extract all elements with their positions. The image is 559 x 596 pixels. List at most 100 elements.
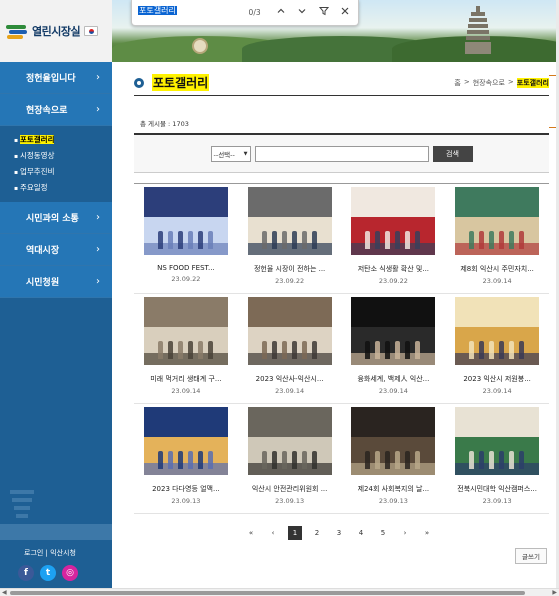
photo-title[interactable]: 2023 익산시 저원봉... [463, 374, 531, 384]
sidebar-menu-item[interactable]: 시민과의 소통 › [0, 202, 112, 234]
sidebar-submenu-item[interactable]: 포토갤러리 [14, 132, 112, 148]
submenu: 포토갤러리시정동영상업무추진비주요일정 [0, 126, 112, 202]
gallery-card[interactable]: 제24회 사회복지의 날... 23.09.13 [342, 404, 446, 513]
photo-thumbnail[interactable] [351, 297, 436, 365]
find-filter-button[interactable] [317, 6, 331, 19]
photo-title[interactable]: 제8회 익산시 주민자치... [460, 264, 534, 274]
page-number-label: 3 [336, 529, 342, 537]
gallery-card[interactable]: 전북시민대학 익산캠퍼스... 23.09.13 [445, 404, 549, 513]
search-input[interactable] [254, 145, 429, 162]
photo-title[interactable]: 융화세계, 백제人 익산... [357, 374, 429, 384]
gallery-card[interactable]: 2023 익산사-익산시... 23.09.14 [238, 294, 342, 403]
photo-thumbnail[interactable] [351, 407, 436, 475]
breadcrumb-item[interactable]: 현장속으로 [473, 78, 505, 88]
sidebar-menu-item[interactable]: 시민청원 › [0, 266, 112, 298]
find-previous-button[interactable] [274, 6, 288, 19]
photo-thumbnail[interactable] [143, 407, 228, 475]
instagram-icon[interactable]: ◎ [62, 565, 78, 581]
facebook-icon[interactable]: f [18, 565, 34, 581]
scrollbar-thumb[interactable] [10, 591, 525, 595]
photo-date: 23.09.14 [378, 387, 408, 395]
gallery-card[interactable]: 저탄소 식생활 확산 및... 23.09.22 [342, 184, 446, 293]
photo-title[interactable]: 2023 다다영등 얼맥... [152, 484, 220, 494]
next-page-button[interactable]: › [394, 526, 416, 540]
write-button[interactable]: 글쓰기 [515, 548, 547, 564]
horizontal-scrollbar[interactable]: ◀ ▶ [0, 588, 559, 596]
find-next-button[interactable] [295, 6, 309, 19]
gallery-card[interactable]: NS FOOD FEST... 23.09.22 [134, 184, 238, 293]
photo-title[interactable]: 제24회 사회복지의 날... [358, 484, 430, 494]
photo-title[interactable]: 2023 익산사-익산시... [256, 374, 324, 384]
gallery-card[interactable]: 융화세계, 백제人 익산... 23.09.14 [342, 294, 446, 403]
gallery-card[interactable]: 2023 다다영등 얼맥... 23.09.13 [134, 404, 238, 513]
gallery-row: NS FOOD FEST... 23.09.22 정헌율 시장이 전하는 ... 23… [134, 184, 549, 294]
gallery-card[interactable]: 제8회 익산시 주민자치... 23.09.14 [445, 184, 549, 293]
breadcrumb-separator: > [463, 78, 470, 86]
gallery-card[interactable]: 미래 먹거리 생태계 구... 23.09.14 [134, 294, 238, 403]
page-number-button[interactable]: 5 [372, 526, 394, 540]
chevron-right-icon: › [96, 244, 100, 255]
photo-title[interactable]: 미래 먹거리 생태계 구... [150, 374, 221, 384]
scroll-left-icon[interactable]: ◀ [2, 589, 7, 596]
photo-thumbnail[interactable] [143, 187, 228, 255]
photo-thumbnail[interactable] [351, 187, 436, 255]
sidebar-submenu-item[interactable]: 시정동영상 [14, 148, 112, 164]
sidebar-submenu-item[interactable]: 업무추진비 [14, 164, 112, 180]
photo-title[interactable]: 저탄소 식생활 확산 및... [358, 264, 429, 274]
page-number-label: 5 [380, 529, 386, 537]
page-title: 포토갤러리 [152, 74, 210, 91]
search-button[interactable]: 검색 [432, 145, 473, 162]
page-number-button[interactable]: 4 [350, 526, 372, 540]
breadcrumb-item[interactable]: 홈 [454, 78, 460, 88]
find-bar: 포토갤러리 0/3 [131, 0, 359, 26]
footer-links[interactable]: 로그인 | 익산시청 [24, 548, 76, 558]
photo-title[interactable]: NS FOOD FEST... [157, 264, 215, 272]
page-number-button[interactable]: 2 [306, 526, 328, 540]
brand-header[interactable]: 열린시장실 [0, 0, 112, 62]
photo-date: 23.09.13 [275, 497, 305, 505]
photo-thumbnail[interactable] [247, 407, 332, 475]
photo-title[interactable]: 전북시민대학 익산캠퍼스... [457, 484, 537, 494]
find-input[interactable]: 포토갤러리 [138, 5, 235, 21]
page-number-label: 2 [314, 529, 320, 537]
photo-thumbnail[interactable] [247, 297, 332, 365]
breadcrumb-item: 포토갤러리 [516, 78, 549, 88]
twitter-icon[interactable]: t [40, 565, 56, 581]
photo-date: 23.09.22 [378, 277, 408, 285]
breadcrumb-separator: > [507, 78, 514, 86]
find-close-button[interactable] [338, 6, 352, 19]
prev-page-button[interactable]: ‹ [262, 526, 284, 540]
page-number-button[interactable]: 3 [328, 526, 350, 540]
sidebar-submenu-item[interactable]: 주요일정 [14, 180, 112, 196]
emblem-icon [192, 38, 208, 54]
photo-thumbnail[interactable] [455, 297, 540, 365]
photo-date: 23.09.22 [171, 275, 201, 283]
gallery-card[interactable]: 익산시 안전관리위원회 ... 23.09.13 [238, 404, 342, 513]
photo-thumbnail[interactable] [455, 407, 540, 475]
breadcrumb: 홈 > 현장속으로 > 포토갤러리 [454, 78, 549, 88]
photo-thumbnail[interactable] [455, 187, 540, 255]
city-logo-icon [6, 23, 28, 39]
page-number-label: 1 [288, 526, 302, 540]
photo-title[interactable]: 익산시 안전관리위원회 ... [252, 484, 328, 494]
page-number-label: 4 [358, 529, 364, 537]
photo-date: 23.09.13 [378, 497, 408, 505]
sidebar-submenu-label: 시정동영상 [19, 151, 55, 160]
photo-thumbnail[interactable] [143, 297, 228, 365]
last-page-button[interactable]: » [416, 526, 438, 540]
sidebar-menu-item[interactable]: 현장속으로 › [0, 94, 112, 126]
sidebar-menu-item[interactable]: 역대시장 › [0, 234, 112, 266]
photo-title[interactable]: 정헌율 시장이 전하는 ... [254, 264, 325, 274]
photo-thumbnail[interactable] [247, 187, 332, 255]
search-category-select[interactable]: --선택-- ▼ [210, 145, 251, 162]
sidebar: 열린시장실 정헌율입니다›현장속으로› 포토갤러리시정동영상업무추진비주요일정 … [0, 0, 112, 588]
page-number-button[interactable]: 1 [284, 526, 306, 540]
scroll-right-icon[interactable]: ▶ [552, 589, 557, 596]
pagination: «‹ 1 2 3 4 5 ›» [240, 526, 438, 540]
sidebar-menu-item[interactable]: 정헌율입니다 › [0, 62, 112, 94]
sidebar-submenu-label: 포토갤러리 [19, 135, 55, 144]
first-page-button[interactable]: « [240, 526, 262, 540]
gallery-card[interactable]: 정헌율 시장이 전하는 ... 23.09.22 [238, 184, 342, 293]
sidebar-submenu-label: 업무추진비 [19, 167, 55, 176]
gallery-card[interactable]: 2023 익산시 저원봉... 23.09.14 [445, 294, 549, 403]
